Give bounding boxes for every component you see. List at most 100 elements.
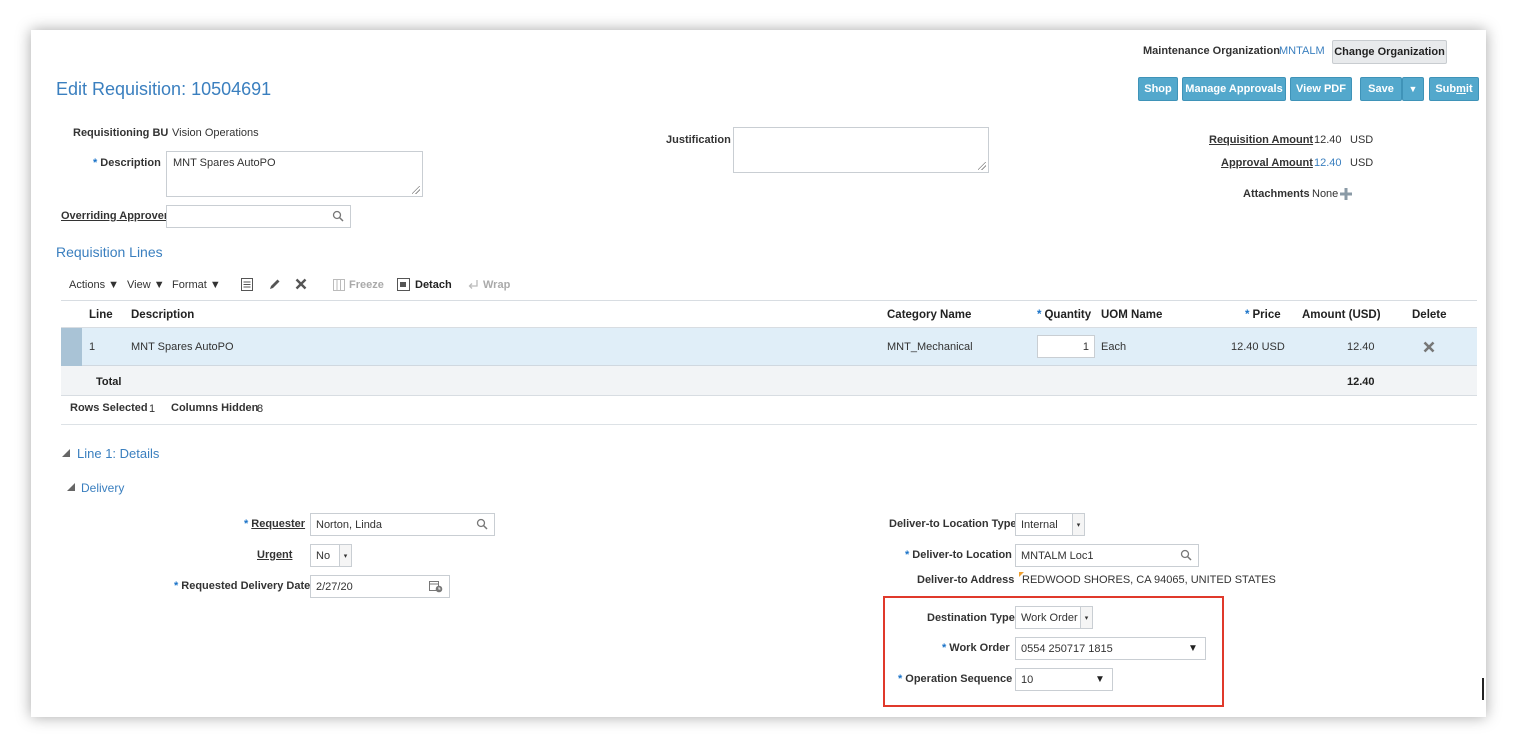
required-indicator: * (244, 518, 249, 530)
required-indicator: * (174, 580, 179, 592)
submit-button[interactable]: Sub m it (1429, 77, 1479, 101)
rows-selected-value: 1 (149, 403, 156, 415)
deliver-to-location-label: * Deliver-to Location (905, 549, 1012, 561)
total-amount: 12.40 (1347, 376, 1375, 388)
divider (61, 424, 1477, 425)
required-indicator: * (93, 157, 98, 169)
maintenance-org-value[interactable]: MNTALM (1279, 45, 1325, 57)
columns-hidden-value: 8 (257, 403, 264, 415)
freeze-button: Freeze (349, 279, 384, 291)
column-header-line[interactable]: Line (89, 309, 113, 321)
column-header-description[interactable]: Description (131, 309, 194, 321)
requested-delivery-date-input[interactable]: 2/27/20 (310, 575, 450, 598)
line-details-title[interactable]: Line 1: Details (77, 446, 159, 461)
add-attachment-icon[interactable] (1340, 188, 1352, 200)
requested-delivery-date-label-text: Requested Delivery Date (181, 580, 311, 592)
requisition-lines-title: Requisition Lines (56, 244, 163, 260)
deliver-to-location-type-select[interactable]: Internal ▾ (1015, 513, 1085, 536)
description-field-value: MNT Spares AutoPO (173, 157, 276, 169)
column-header-category[interactable]: Category Name (887, 309, 971, 321)
detach-icon[interactable] (397, 278, 410, 291)
lines-table-header: Line Description Category Name * Quantity… (61, 300, 1477, 328)
chevron-down-icon[interactable]: ▾ (1072, 514, 1084, 535)
approval-amount-currency: USD (1350, 157, 1374, 169)
column-header-quantity[interactable]: * Quantity (1037, 309, 1091, 321)
submit-label-start: Sub (1435, 83, 1457, 95)
actions-menu[interactable]: Actions ▼ (69, 279, 119, 291)
delete-x-icon[interactable] (295, 278, 307, 290)
overriding-approver-input[interactable] (166, 205, 351, 228)
change-organization-button[interactable]: Change Organization (1332, 40, 1447, 64)
requester-label-text: Requester (251, 518, 306, 530)
freeze-icon (333, 279, 345, 291)
save-menu-button[interactable]: ▼ (1402, 77, 1424, 101)
search-icon[interactable] (476, 518, 488, 530)
justification-field[interactable] (733, 127, 989, 173)
view-pdf-button[interactable]: View PDF (1290, 77, 1352, 101)
cell-uom: Each (1101, 341, 1127, 353)
deliver-to-location-value: MNTALM Loc1 (1021, 550, 1094, 562)
calendar-icon[interactable] (429, 580, 443, 593)
column-header-price[interactable]: * Price (1245, 309, 1281, 321)
submit-label-end: it (1465, 83, 1473, 95)
urgent-label: Urgent (257, 549, 293, 561)
requester-label[interactable]: * Requester (244, 518, 305, 530)
detach-button[interactable]: Detach (415, 279, 452, 291)
required-indicator: * (1037, 309, 1042, 321)
manage-approvals-button[interactable]: Manage Approvals (1182, 77, 1286, 101)
table-row[interactable]: 1 MNT Spares AutoPO MNT_Mechanical 1 Eac… (61, 328, 1477, 366)
justification-label: Justification (666, 134, 731, 146)
total-label: Total (96, 376, 122, 388)
search-icon[interactable] (332, 210, 344, 222)
requisition-amount-value: 12.40 (1314, 134, 1342, 146)
cell-amount: 12.40 (1347, 341, 1375, 353)
column-header-amount[interactable]: Amount (USD) (1302, 309, 1381, 321)
attachments-value: None (1312, 188, 1339, 200)
delivery-title[interactable]: Delivery (81, 481, 124, 495)
urgent-value: No (316, 549, 331, 562)
column-header-uom[interactable]: UOM Name (1101, 309, 1162, 321)
delete-row-icon[interactable] (1423, 341, 1435, 353)
description-label: * Description (93, 157, 161, 169)
cell-description: MNT Spares AutoPO (131, 341, 234, 353)
description-label-text: Description (100, 157, 161, 169)
maintenance-org-label: Maintenance Organization (1143, 45, 1280, 57)
page-title: Edit Requisition: 10504691 (56, 79, 272, 99)
wrap-button: Wrap (483, 279, 511, 291)
approval-amount-value[interactable]: 12.40 (1314, 157, 1342, 169)
resize-grip-icon[interactable] (412, 186, 420, 194)
requisition-amount-label[interactable]: Requisition Amount (1209, 134, 1313, 146)
requested-delivery-date-value: 2/27/20 (316, 581, 353, 593)
format-menu[interactable]: Format ▼ (172, 279, 221, 291)
collapse-triangle-icon[interactable] (62, 449, 70, 457)
urgent-select[interactable]: No ▾ (310, 544, 352, 567)
chevron-down-icon[interactable]: ▾ (339, 545, 351, 566)
save-button[interactable]: Save (1360, 77, 1402, 101)
cell-line: 1 (89, 341, 96, 353)
deliver-to-location-label-text: Deliver-to Location (912, 549, 1012, 561)
collapse-triangle-icon[interactable] (67, 483, 75, 491)
row-selection-marker[interactable] (61, 328, 82, 366)
view-menu[interactable]: View ▼ (127, 279, 165, 291)
text-cursor (1482, 678, 1484, 700)
approval-amount-label[interactable]: Approval Amount (1221, 157, 1313, 169)
attachments-label: Attachments (1243, 188, 1310, 200)
column-header-price-text: Price (1252, 309, 1281, 321)
requested-delivery-date-label: * Requested Delivery Date (174, 580, 310, 592)
shop-button[interactable]: Shop (1138, 77, 1178, 101)
description-field[interactable]: MNT Spares AutoPO (166, 151, 423, 197)
deliver-to-location-input[interactable]: MNTALM Loc1 (1015, 544, 1199, 567)
cell-price: 12.40 USD (1231, 341, 1285, 353)
list-icon[interactable] (241, 278, 253, 291)
requester-input[interactable]: Norton, Linda (310, 513, 495, 536)
requisition-amount-currency: USD (1350, 134, 1374, 146)
requester-value: Norton, Linda (316, 519, 383, 531)
quantity-input[interactable]: 1 (1037, 335, 1095, 358)
search-icon[interactable] (1180, 549, 1192, 561)
table-total-row: Total 12.40 (61, 366, 1477, 396)
required-indicator: * (905, 549, 910, 561)
deliver-to-location-type-value: Internal (1021, 518, 1058, 531)
application-window: Maintenance Organization MNTALM Change O… (31, 30, 1486, 717)
resize-grip-icon[interactable] (978, 162, 986, 170)
edit-pencil-icon[interactable] (268, 278, 281, 291)
